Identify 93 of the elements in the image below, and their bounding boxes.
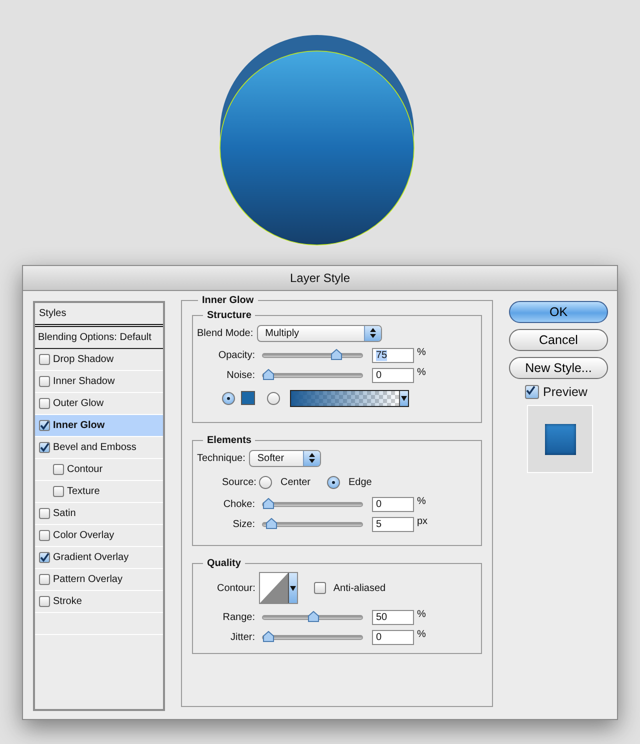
section-title: Quality [206,558,242,569]
field-label: Contour: [217,582,256,594]
item-label: Drop Shadow [53,354,114,365]
dialog-button[interactable]: New Style... [509,357,608,379]
checkbox[interactable] [39,354,50,365]
checkbox[interactable] [39,530,50,541]
checkbox-label: Preview [543,385,588,399]
radio-button[interactable] [267,392,280,404]
style-list-item[interactable]: Satin [35,503,163,525]
input-field[interactable]: 75 [372,348,414,362]
input-field[interactable]: 5 [372,516,414,532]
color-swatch[interactable] [241,391,255,405]
field-label: Blend Mode: [197,328,254,338]
checkbox[interactable] [39,376,50,387]
item-label: Color Overlay [53,530,114,541]
radio-label: Edge [348,476,372,488]
slider-thumb[interactable] [263,630,274,642]
section-title: Elements [206,435,252,446]
technique-dropdown[interactable]: Softer [249,450,322,466]
input-field[interactable]: 0 [372,630,414,644]
slider-thumb[interactable] [263,368,274,380]
updown-arrow-icon [309,453,316,463]
item-label: Bevel and Emboss [53,442,136,453]
unit-label: % [417,629,426,640]
blend-mode-dropdown[interactable]: Multiply [257,324,382,342]
list-header: Styles [35,303,163,327]
checkbox[interactable] [39,596,50,607]
field-label: Technique: [197,452,246,464]
slider-thumb[interactable] [330,348,342,360]
field-label: Noise: [226,370,255,380]
unit-label: % [417,367,426,378]
field-label: Range: [222,612,255,622]
unit-label: % [417,347,426,358]
style-list-item[interactable]: Contour [35,459,163,481]
checkbox[interactable] [39,552,50,563]
checkbox[interactable] [314,582,326,594]
checkbox[interactable] [39,398,50,409]
list-item[interactable]: Blending Options: Default [35,327,163,349]
style-list-item[interactable]: Color Overlay [35,525,163,547]
field-label: Jitter: [230,632,255,642]
section-title: Inner Glow [201,295,255,306]
radio-button[interactable] [327,476,340,488]
item-label: Gradient Overlay [53,552,129,563]
field-label: Choke: [222,498,255,510]
style-list-item[interactable]: Gradient Overlay [35,547,163,569]
slider-thumb[interactable] [263,498,274,508]
dialog-button[interactable]: OK [509,301,608,323]
radio-button[interactable] [222,392,235,404]
slider-thumb[interactable] [266,518,277,528]
input-field[interactable]: 0 [372,368,414,382]
style-list-item[interactable]: Pattern Overlay [35,569,163,591]
unit-label: % [417,609,426,620]
item-label: Contour [67,464,103,475]
checkbox[interactable] [39,420,50,431]
item-label: Texture [67,486,100,497]
input-field[interactable]: 0 [372,496,414,512]
style-list-item[interactable]: Texture [35,481,163,503]
section-title: Structure [206,310,252,321]
preview-checkbox[interactable] [525,385,539,399]
checkbox[interactable] [39,508,50,519]
style-list-item[interactable]: Stroke [35,591,163,613]
item-label: Inner Glow [53,420,105,431]
dialog-button[interactable]: Cancel [509,329,608,351]
slider-thumb[interactable] [308,610,319,622]
item-label: Outer Glow [53,398,104,409]
unit-label: px [417,516,428,527]
style-list-item[interactable]: Inner Glow [35,415,163,437]
checkbox[interactable] [53,464,64,475]
item-label: Stroke [53,596,82,607]
style-list-item[interactable]: Bevel and Emboss [35,437,163,459]
checkbox[interactable] [53,486,64,497]
radio-button[interactable] [259,476,272,488]
item-label: Satin [53,508,76,519]
dropdown-arrow-icon [289,586,298,590]
checkbox[interactable] [39,442,50,453]
input-field[interactable]: 50 [372,610,414,624]
dropdown-arrow-icon [401,396,407,400]
checkbox[interactable] [39,574,50,585]
gradient-picker[interactable] [290,390,409,406]
item-label: Pattern Overlay [53,574,122,585]
field-label: Size: [232,518,255,530]
unit-label: % [417,496,426,507]
item-label: Inner Shadow [53,376,115,387]
field-label: Opacity: [217,350,255,360]
window-title: Layer Style [23,266,617,291]
style-list-item[interactable]: Drop Shadow [35,349,163,371]
style-preview [527,405,593,473]
contour-picker[interactable] [259,572,298,604]
checkbox-label: Anti-aliased [333,582,386,594]
style-list-item[interactable]: Inner Shadow [35,371,163,393]
field-label: Source: [222,476,256,488]
radio-label: Center [280,476,310,488]
updown-arrow-icon [370,328,376,338]
